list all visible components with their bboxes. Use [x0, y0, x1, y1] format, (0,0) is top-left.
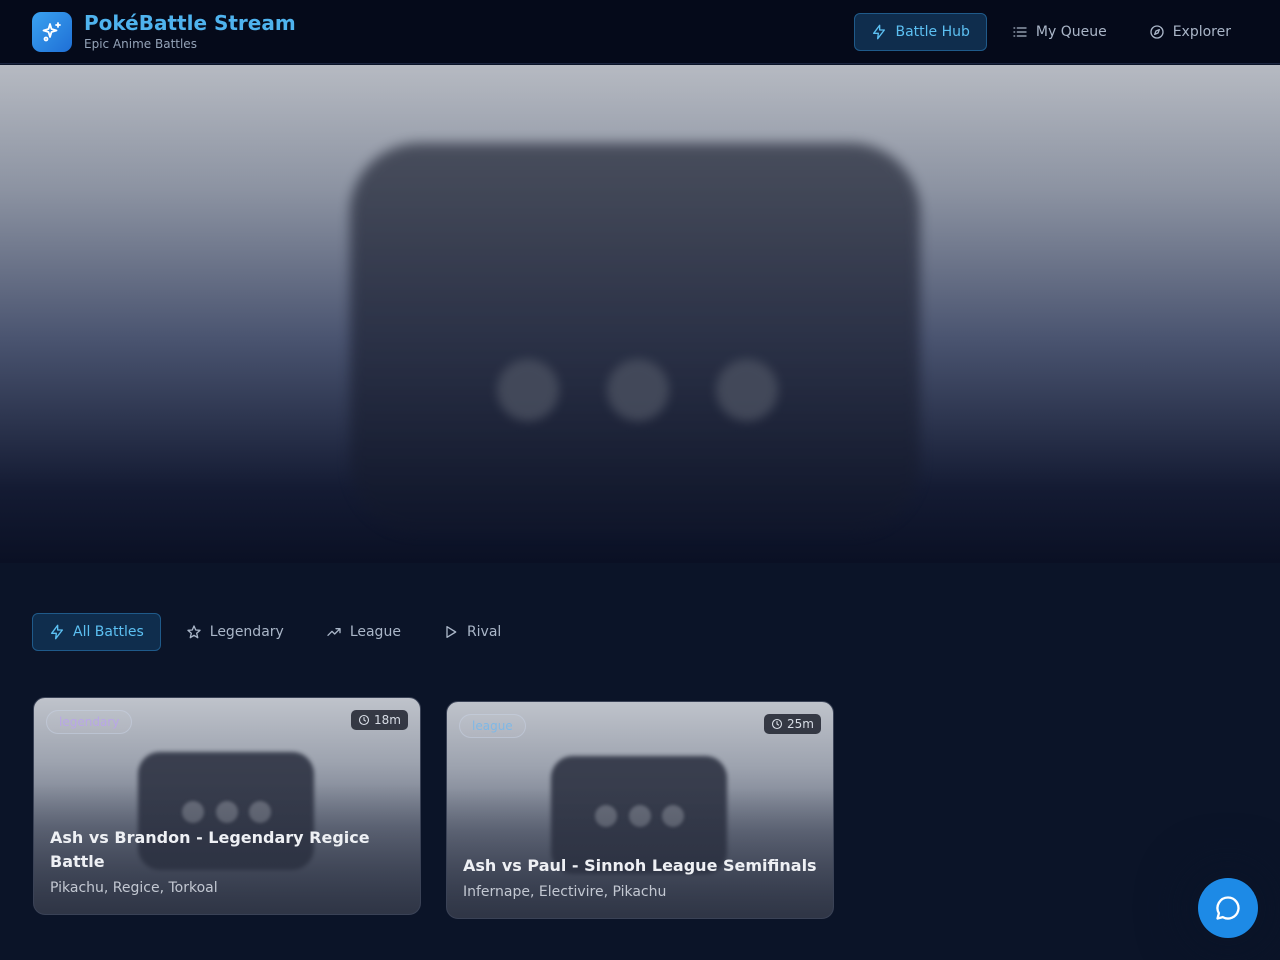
filter-label: Rival [466, 624, 502, 640]
nav-explorer[interactable]: Explorer [1132, 13, 1248, 51]
duration-text: 25m [787, 717, 814, 731]
nav-label: Battle Hub [895, 23, 970, 40]
card-cast: Infernape, Electivire, Pikachu [463, 884, 667, 900]
hero-dot [716, 359, 778, 421]
lightning-icon [51, 624, 63, 640]
duration-badge: 18m [351, 710, 408, 730]
nav-label: My Queue [1035, 23, 1107, 40]
card-title: Ash vs Paul - Sinnoh League Semifinals [463, 856, 817, 875]
chat-bubble-icon [1216, 896, 1240, 920]
hero-dot [497, 359, 559, 421]
main-nav: Battle Hub My Queue Explorer [854, 12, 1248, 51]
brand: PokéBattle Stream Epic Anime Battles [84, 11, 296, 53]
clock-icon [358, 714, 370, 726]
card-cast: Pikachu, Regice, Torkoal [50, 880, 218, 896]
list-icon [1013, 26, 1027, 37]
app-subtitle: Epic Anime Battles [84, 36, 197, 51]
compass-icon [1150, 24, 1164, 39]
filter-label: Legendary [209, 624, 284, 640]
hero-placeholder-image [350, 143, 920, 533]
category-badge: legendary [46, 710, 133, 734]
nav-my-queue[interactable]: My Queue [995, 13, 1124, 51]
category-badge: league [459, 714, 526, 738]
app-header: PokéBattle Stream Epic Anime Battles Bat… [0, 0, 1280, 64]
filter-all-battles[interactable]: All Battles [32, 613, 161, 651]
filter-rival[interactable]: Rival [426, 613, 518, 651]
filter-league[interactable]: League [309, 613, 418, 651]
filter-legendary[interactable]: Legendary [169, 613, 301, 651]
card-title: Ash vs Brandon - Legendary Regice Battle [50, 828, 370, 871]
trending-up-icon [327, 628, 341, 636]
hero-dot [607, 359, 669, 421]
duration-text: 18m [374, 713, 401, 727]
filter-label: All Battles [73, 624, 144, 640]
app-title: PokéBattle Stream [84, 10, 296, 35]
category-filters: All Battles Legendary League Rival [32, 613, 518, 651]
filter-label: League [349, 624, 401, 640]
lightning-icon [873, 24, 886, 39]
clock-icon [771, 718, 783, 730]
nav-label: Explorer [1172, 23, 1231, 40]
battle-card[interactable]: league 25m Ash vs Paul - Sinnoh League S… [446, 701, 834, 919]
play-icon [446, 626, 457, 638]
sparkles-icon[interactable] [32, 11, 72, 52]
battle-card[interactable]: legendary 18m Ash vs Brandon - Legendary… [33, 697, 421, 915]
nav-battle-hub[interactable]: Battle Hub [854, 12, 987, 51]
chat-button[interactable] [1198, 878, 1258, 938]
duration-badge: 25m [764, 714, 821, 734]
hero-banner[interactable] [0, 65, 1280, 563]
star-icon [187, 625, 201, 639]
